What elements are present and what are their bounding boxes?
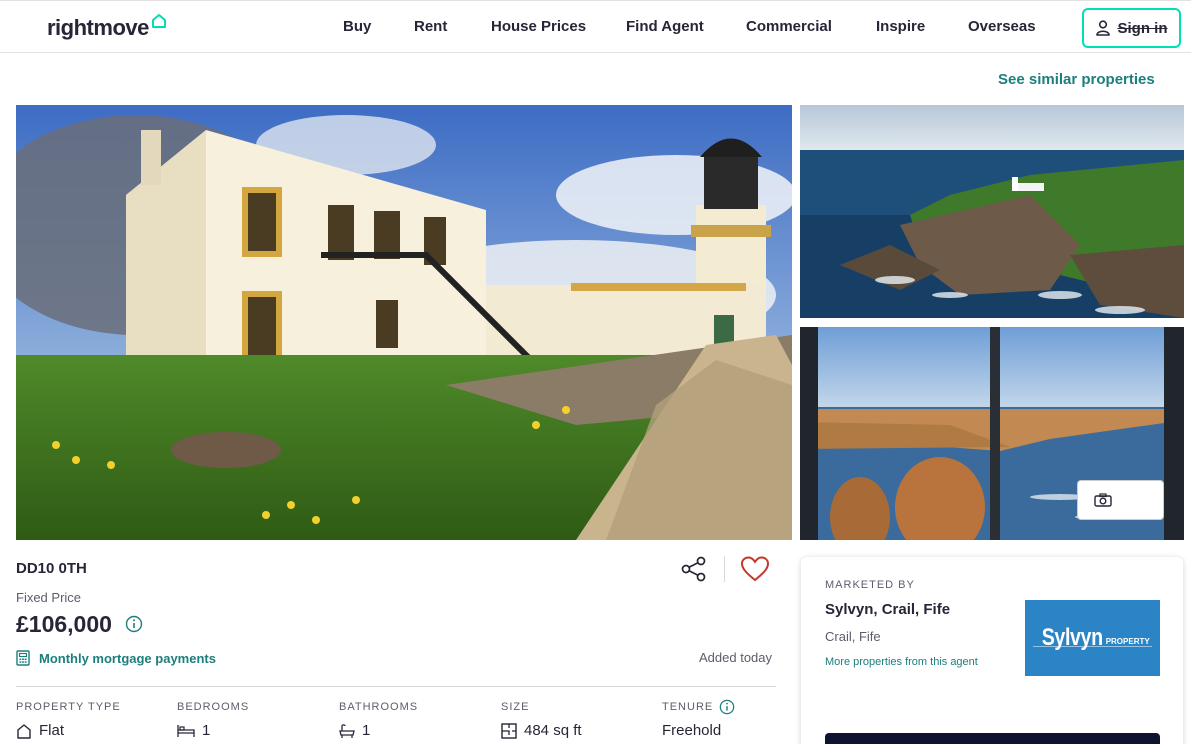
- side-photo-1[interactable]: [800, 105, 1184, 318]
- info-label: PROPERTY TYPE: [16, 701, 121, 713]
- action-divider: [724, 556, 725, 582]
- info-label: BATHROOMS: [339, 701, 419, 713]
- tenure-info-icon[interactable]: [719, 699, 735, 715]
- see-similar-link[interactable]: See similar properties: [998, 71, 1155, 88]
- logo-text: rightmove: [47, 15, 149, 40]
- info-bathrooms: BATHROOMS 1: [339, 700, 418, 739]
- more-properties-link[interactable]: More properties from this agent: [825, 656, 978, 668]
- agent-logo-rule: [1033, 646, 1152, 647]
- house-icon: [17, 723, 31, 739]
- nav-rent[interactable]: Rent: [414, 18, 447, 35]
- info-size: SIZE 484 sq ft: [501, 700, 582, 739]
- nav-commercial[interactable]: Commercial: [746, 18, 832, 35]
- calculator-icon: [16, 650, 30, 666]
- added-date: Added today: [699, 650, 773, 665]
- view-photos-button[interactable]: [1077, 480, 1164, 520]
- mortgage-link-label: Monthly mortgage payments: [39, 650, 216, 666]
- nav-house-prices[interactable]: House Prices: [491, 18, 586, 35]
- info-value: Flat: [39, 722, 65, 739]
- rightmove-logo[interactable]: rightmove: [47, 14, 167, 41]
- mortgage-link[interactable]: Monthly mortgage payments: [16, 650, 216, 666]
- info-tenure: TENURE Freehold: [662, 699, 735, 739]
- contact-agent-button[interactable]: [825, 733, 1160, 744]
- info-value: Freehold: [662, 722, 722, 739]
- nav-overseas[interactable]: Overseas: [968, 18, 1036, 35]
- share-icon[interactable]: [680, 556, 708, 582]
- info-bedrooms: BEDROOMS 1: [177, 700, 249, 739]
- property-price: £106,000: [16, 611, 112, 637]
- nav-buy[interactable]: Buy: [343, 18, 371, 35]
- info-value: 1: [362, 722, 371, 739]
- agent-card: MARKETED BY Sylvyn, Crail, Fife Crail, F…: [801, 557, 1183, 744]
- property-address: DD10 0TH: [16, 560, 87, 577]
- sign-in-label: Sign in: [1117, 19, 1168, 37]
- info-label: SIZE: [501, 701, 530, 713]
- sign-in-button[interactable]: Sign in: [1082, 8, 1181, 48]
- agent-logo-sub: PROPERTY: [1105, 636, 1150, 646]
- heart-icon[interactable]: [740, 555, 770, 583]
- camera-icon: [1094, 493, 1112, 507]
- info-property-type: PROPERTY TYPE Flat: [16, 700, 121, 739]
- floorplan-icon: [501, 722, 517, 739]
- info-value: 484 sq ft: [524, 722, 582, 739]
- agent-logo-text: Sylvyn: [1041, 624, 1103, 651]
- lighthouse-cottage-photo: [16, 105, 792, 540]
- coastal-aerial-photo: [800, 105, 1184, 318]
- agent-logo[interactable]: Sylvyn PROPERTY: [1025, 600, 1160, 676]
- nav-inspire[interactable]: Inspire: [876, 18, 925, 35]
- logo-house-icon: [151, 14, 166, 28]
- bath-icon: [339, 723, 355, 738]
- nav-find-agent[interactable]: Find Agent: [626, 18, 704, 35]
- agent-location: Crail, Fife: [825, 629, 881, 644]
- main-property-photo[interactable]: [16, 105, 792, 540]
- bed-icon: [177, 724, 195, 737]
- price-qualifier: Fixed Price: [16, 590, 82, 605]
- info-label: BEDROOMS: [177, 701, 250, 713]
- site-header: rightmove Buy Rent House Prices Find Age…: [0, 0, 1191, 53]
- details-divider: [16, 686, 776, 687]
- info-value: 1: [202, 722, 211, 739]
- user-icon: [1095, 20, 1110, 36]
- price-info-icon[interactable]: [125, 615, 143, 633]
- agent-name[interactable]: Sylvyn, Crail, Fife: [825, 601, 950, 618]
- marketed-by-label: MARKETED BY: [825, 579, 915, 591]
- info-label: TENURE: [662, 701, 714, 713]
